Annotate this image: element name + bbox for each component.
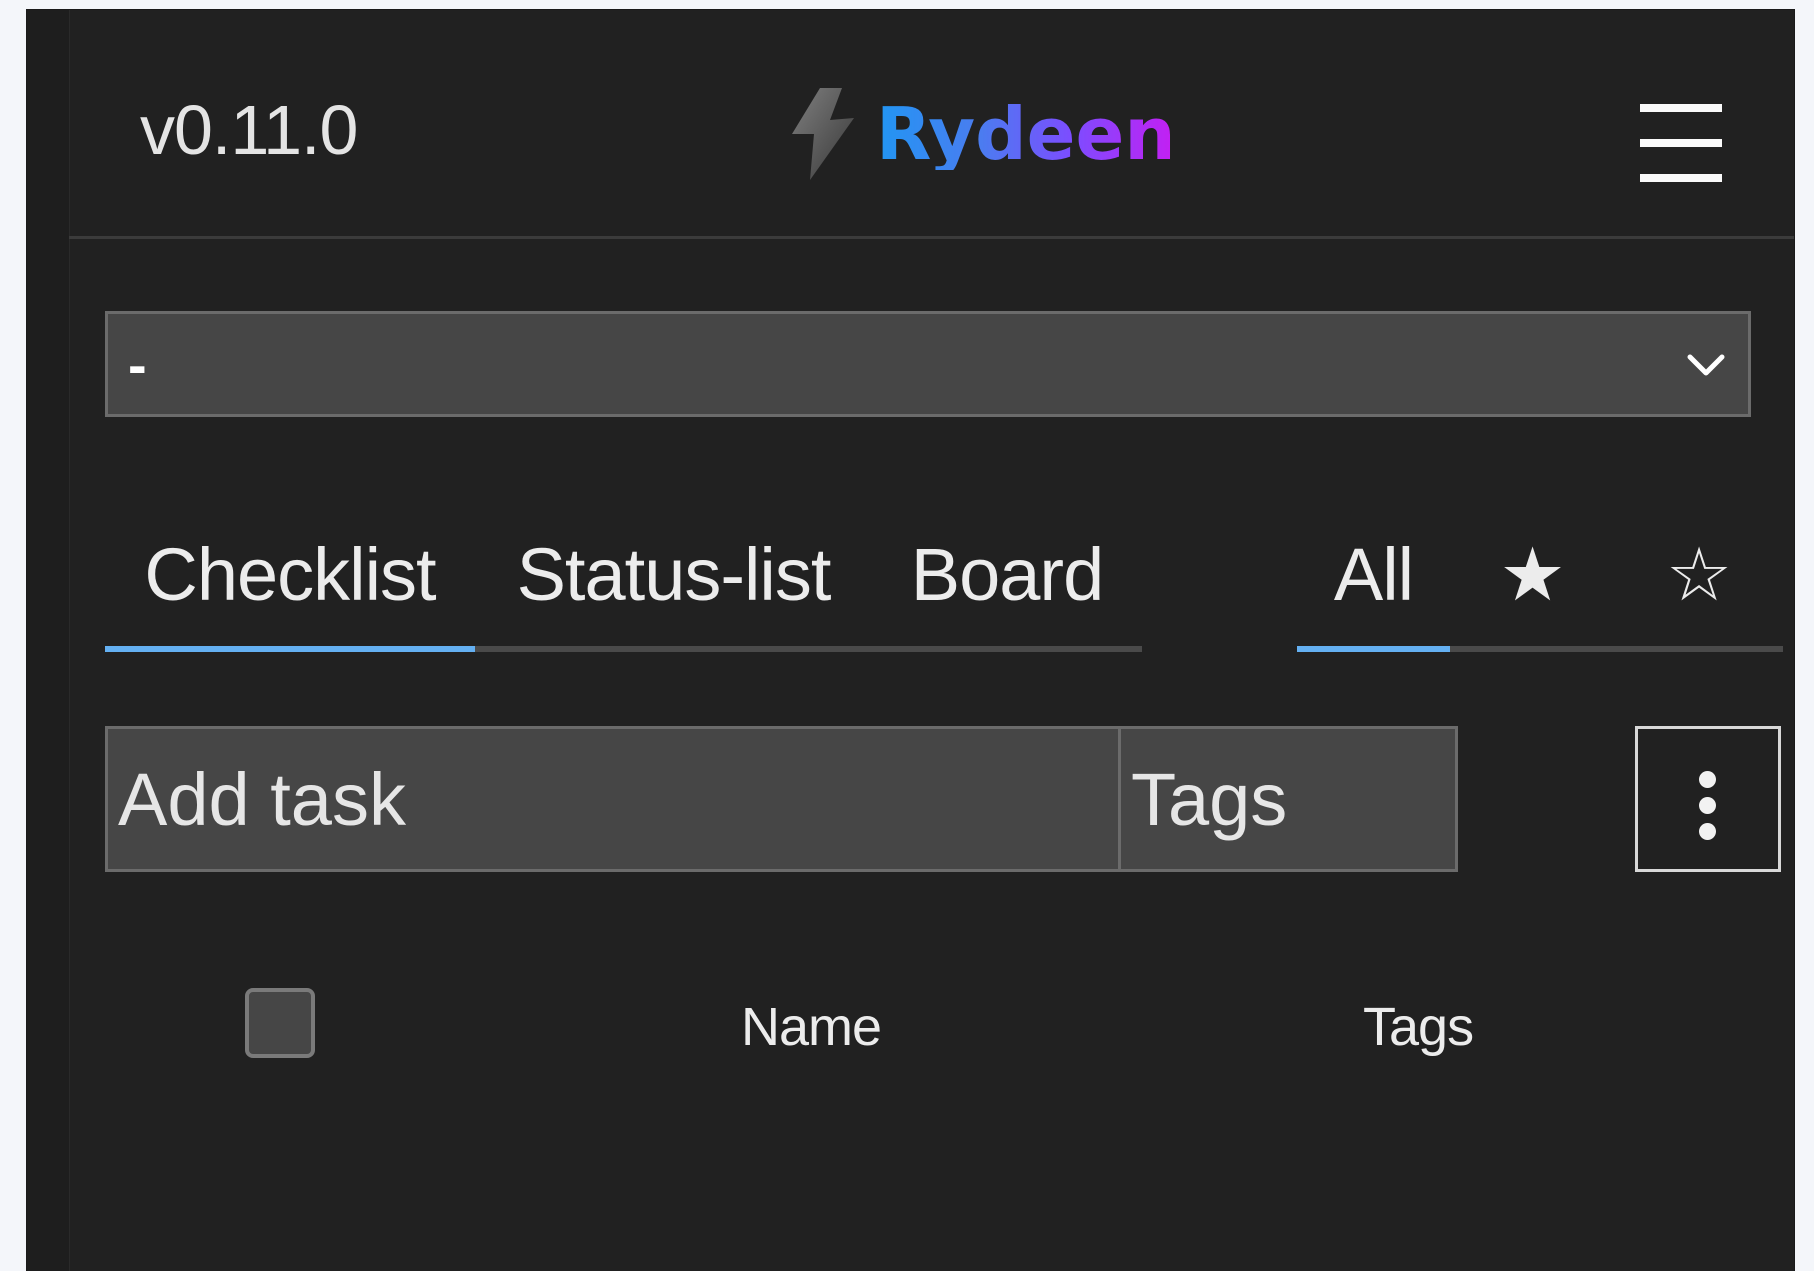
app-brand: Rydeen <box>876 92 1176 176</box>
tab-status-list[interactable]: Status-list <box>475 510 872 652</box>
tab-board-label: Board <box>910 533 1104 616</box>
filter-tabs: All ★ ☆ <box>1297 510 1783 652</box>
tab-board-indicator <box>872 646 1142 652</box>
view-tabs: Checklist Status-list Board <box>105 510 1142 652</box>
filter-all-indicator <box>1297 646 1450 652</box>
tab-status-list-label: Status-list <box>516 533 832 616</box>
app-header: v0.11.0 Rydeen <box>69 10 1794 239</box>
hamburger-menu-icon[interactable] <box>1640 104 1722 184</box>
task-entry-row <box>105 726 1785 872</box>
star-outline-icon: ☆ <box>1665 533 1732 616</box>
tab-checklist-indicator <box>105 646 475 652</box>
filter-starred-indicator <box>1450 646 1614 652</box>
tab-checklist-label: Checklist <box>144 533 436 616</box>
lightning-bolt-icon <box>792 88 854 180</box>
column-header-name: Name <box>741 997 882 1057</box>
filter-all-label: All <box>1333 533 1414 616</box>
filter-unstarred[interactable]: ☆ <box>1614 510 1783 652</box>
app-logo: Rydeen <box>784 84 1176 184</box>
tags-input[interactable] <box>1118 726 1458 872</box>
select-all-checkbox[interactable] <box>245 988 315 1058</box>
task-table-header: Name Tags <box>105 970 1785 1080</box>
column-header-tags: Tags <box>1363 997 1474 1057</box>
list-select-value: - <box>128 333 147 396</box>
star-filled-icon: ★ <box>1499 533 1565 616</box>
app-version: v0.11.0 <box>140 91 358 169</box>
tab-board[interactable]: Board <box>872 510 1142 652</box>
filter-all[interactable]: All <box>1297 510 1450 652</box>
list-select[interactable]: - <box>105 311 1751 417</box>
add-task-input[interactable] <box>105 726 1121 872</box>
chevron-down-icon <box>1687 354 1725 376</box>
tab-checklist[interactable]: Checklist <box>105 510 475 652</box>
window-edge <box>27 10 70 1271</box>
tab-status-list-indicator <box>475 646 872 652</box>
filter-unstarred-indicator <box>1614 646 1783 652</box>
app-window: v0.11.0 Rydeen - Checklist Status-list B… <box>27 10 1794 1271</box>
filter-starred[interactable]: ★ <box>1450 510 1614 652</box>
more-vertical-icon[interactable] <box>1635 726 1781 872</box>
